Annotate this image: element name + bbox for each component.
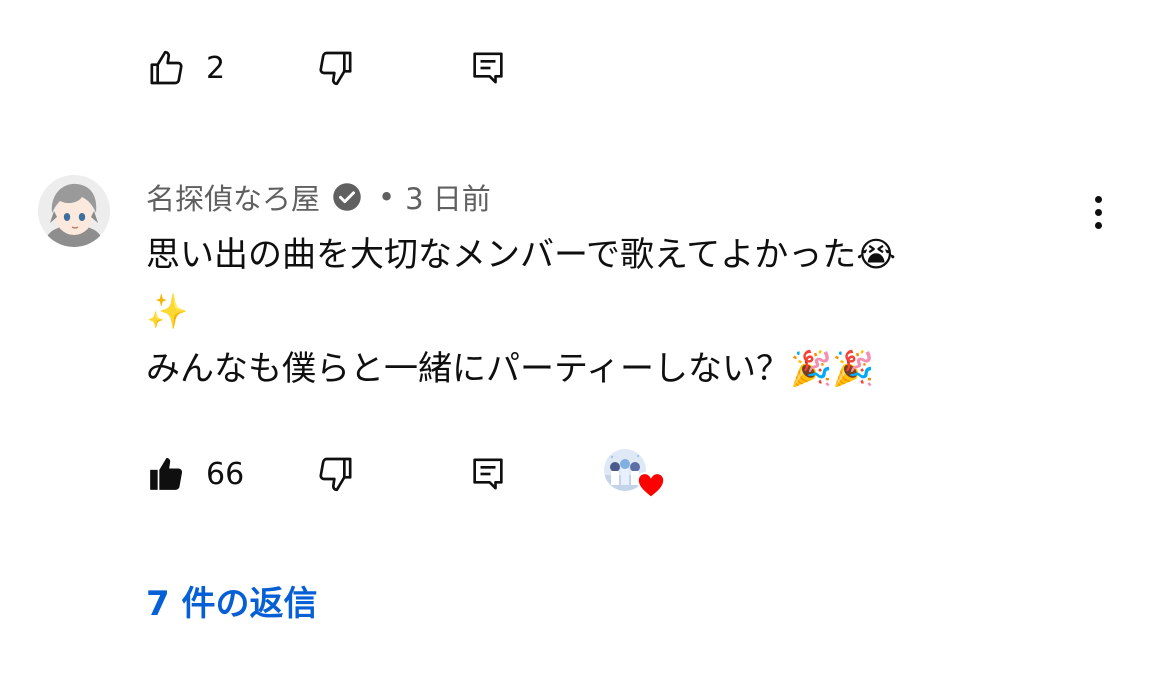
heart-icon xyxy=(636,471,666,503)
verified-check-icon xyxy=(332,182,362,212)
view-replies-button[interactable]: 7 件の返信 xyxy=(146,576,318,625)
more-dot xyxy=(1094,208,1102,216)
more-dot xyxy=(1094,195,1102,203)
thumb-down-icon xyxy=(316,454,356,494)
comment-body: 思い出の曲を大切なメンバーで歌えてよかった😭 ✨ みんなも僕らと一緒にパーティー… xyxy=(146,227,1046,398)
dislike-button[interactable] xyxy=(316,46,468,90)
comment-actions: 66 xyxy=(146,449,670,499)
more-options-button[interactable] xyxy=(1080,190,1116,234)
like-button[interactable]: 2 xyxy=(146,46,316,90)
comment-meta: 名探偵なろ屋 • 3 日前 xyxy=(146,176,491,218)
like-button[interactable]: 66 xyxy=(146,452,316,496)
comment-line: 思い出の曲を大切なメンバーで歌えてよかった😭 xyxy=(146,235,896,275)
thumb-up-filled-icon xyxy=(146,454,186,494)
comment-timestamp[interactable]: 3 日前 xyxy=(405,176,491,218)
thumb-down-icon xyxy=(316,48,356,88)
like-count: 66 xyxy=(206,456,245,492)
comment-line: ✨ xyxy=(146,292,189,332)
comment-icon xyxy=(468,48,508,88)
comment-icon xyxy=(468,454,508,494)
author-name[interactable]: 名探偵なろ屋 xyxy=(146,176,320,218)
meta-separator: • xyxy=(378,180,396,214)
thumb-up-icon xyxy=(146,48,186,88)
comment-thread: 2 名探偵なろ屋 • 3 日前 思い出の曲を大切なメンバーで歌えてよかった😭 ✨… xyxy=(0,0,1169,674)
reply-button[interactable] xyxy=(468,46,604,90)
previous-comment-actions: 2 xyxy=(146,46,604,90)
like-count: 2 xyxy=(206,50,226,86)
creator-heart-badge[interactable] xyxy=(604,449,670,499)
more-dot xyxy=(1094,221,1102,229)
comment-line: みんなも僕らと一緒にパーティーしない？🎉🎉 xyxy=(146,349,875,389)
reply-button[interactable] xyxy=(468,452,604,496)
author-avatar[interactable] xyxy=(38,175,110,247)
dislike-button[interactable] xyxy=(316,452,468,496)
